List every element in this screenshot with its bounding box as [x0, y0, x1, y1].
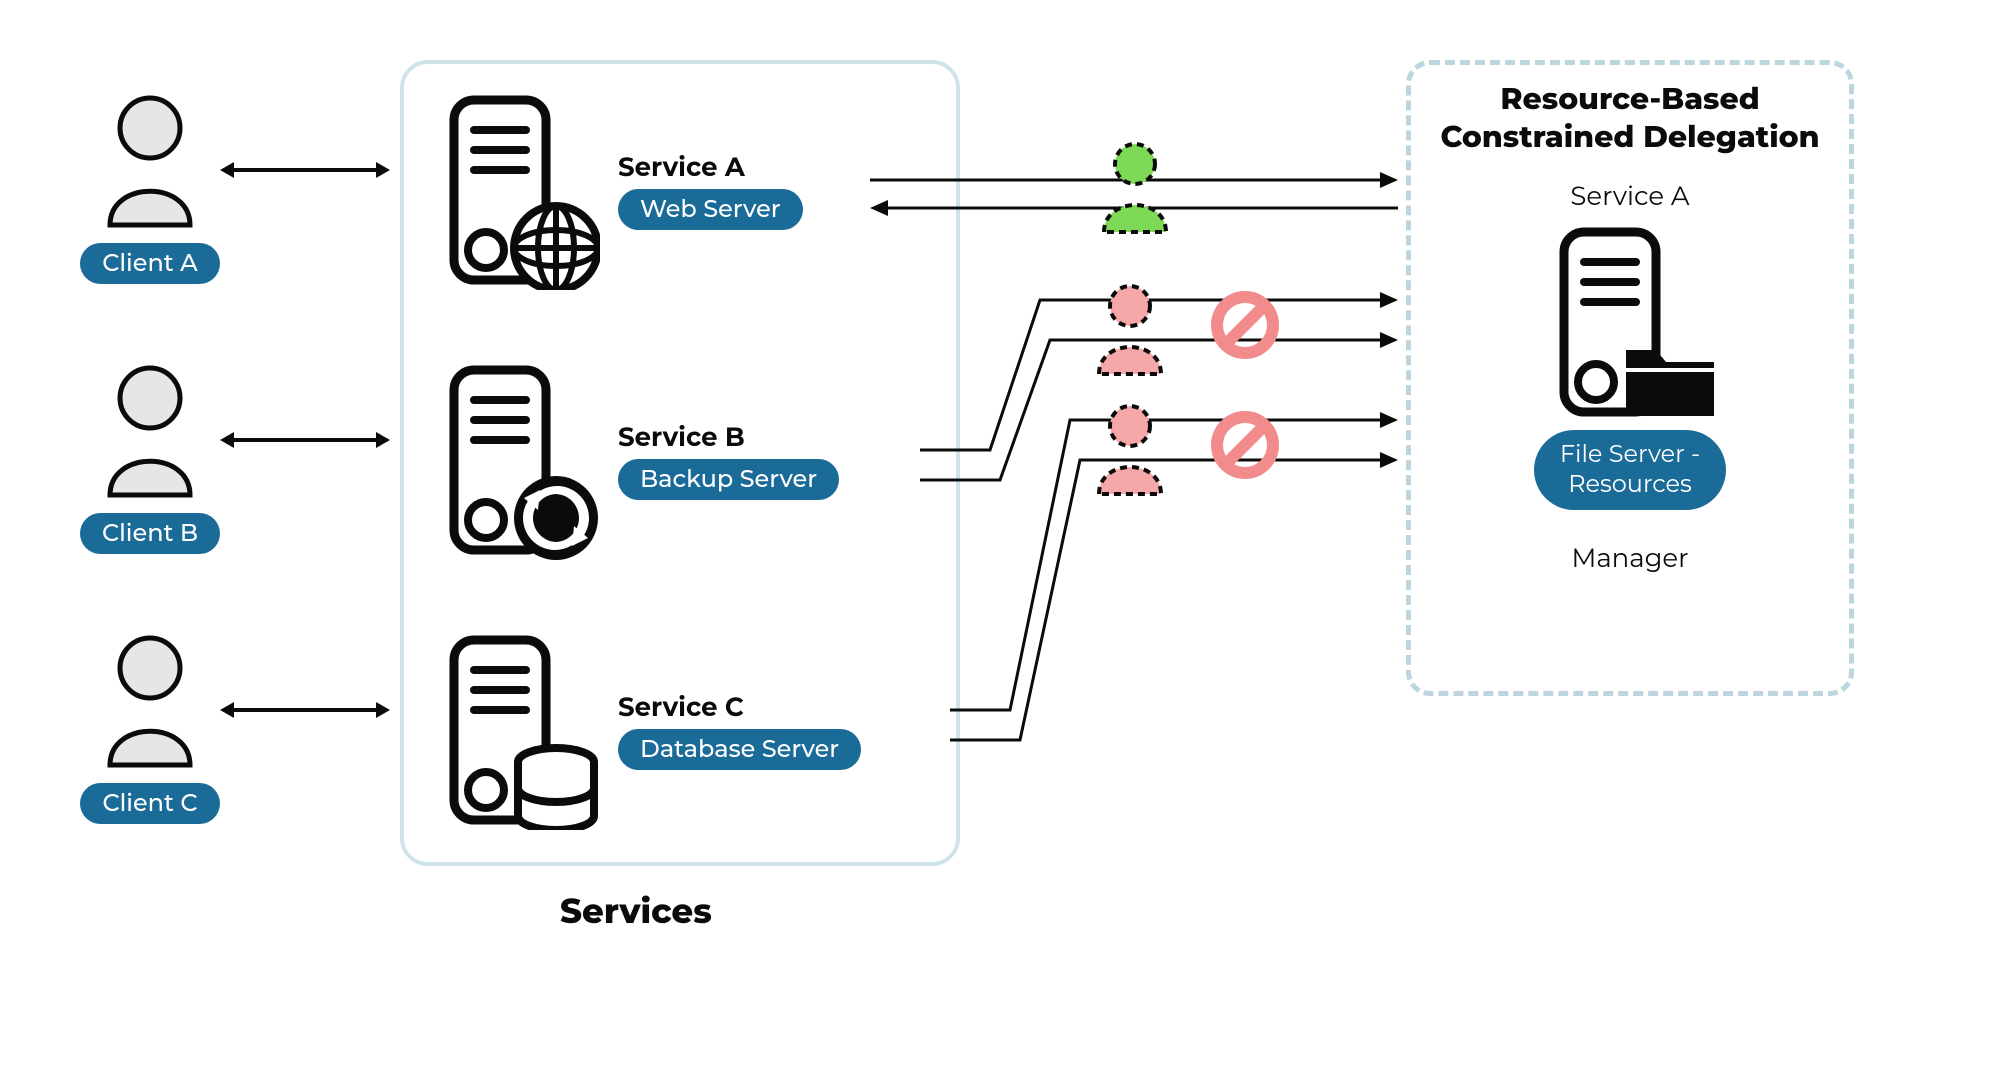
rbcd-service-a-label: Service A — [1540, 180, 1720, 212]
client-a-label: Client A — [80, 243, 220, 284]
service-b-label: Backup Server — [618, 459, 839, 500]
service-a-title: Service A — [618, 151, 745, 183]
arrow-client-a — [220, 150, 390, 190]
service-c-block: Service C Database Server — [430, 630, 861, 830]
client-c: Client C — [80, 630, 220, 824]
service-c-label: Database Server — [618, 729, 861, 770]
service-c-title: Service C — [618, 691, 744, 723]
service-b-block: Service B Backup Server — [430, 360, 839, 560]
service-a-label: Web Server — [618, 189, 803, 230]
prohibited-icon — [1210, 410, 1280, 480]
services-group-label: Services — [560, 890, 712, 932]
person-icon — [90, 90, 210, 230]
denied-user-icon — [1085, 398, 1175, 498]
allowed-user-icon — [1090, 136, 1180, 236]
rbcd-resource-block: File Server - Resources Manager — [1520, 430, 1740, 574]
rbcd-resource-label: File Server - Resources — [1534, 430, 1726, 510]
denied-user-icon — [1085, 278, 1175, 378]
rbcd-title: Resource-Based Constrained Delegation — [1440, 80, 1820, 155]
client-b-label: Client B — [80, 513, 220, 554]
arrow-client-c — [220, 690, 390, 730]
database-server-icon — [430, 630, 600, 830]
rbcd-manager-label: Manager — [1571, 542, 1688, 574]
person-icon — [90, 360, 210, 500]
web-server-icon — [430, 90, 600, 290]
client-b: Client B — [80, 360, 220, 554]
arrow-client-b — [220, 420, 390, 460]
service-b-title: Service B — [618, 421, 745, 453]
prohibited-icon — [1210, 290, 1280, 360]
backup-server-icon — [430, 360, 600, 560]
file-server-icon — [1540, 222, 1720, 422]
rbcd-service-a-block: Service A — [1540, 180, 1720, 427]
diagram-root: Services Resource-Based Constrained Dele… — [0, 0, 1999, 1071]
client-a: Client A — [80, 90, 220, 284]
client-c-label: Client C — [80, 783, 219, 824]
arrow-service-c-rbcd — [950, 400, 1400, 750]
service-a-block: Service A Web Server — [430, 90, 803, 290]
person-icon — [90, 630, 210, 770]
